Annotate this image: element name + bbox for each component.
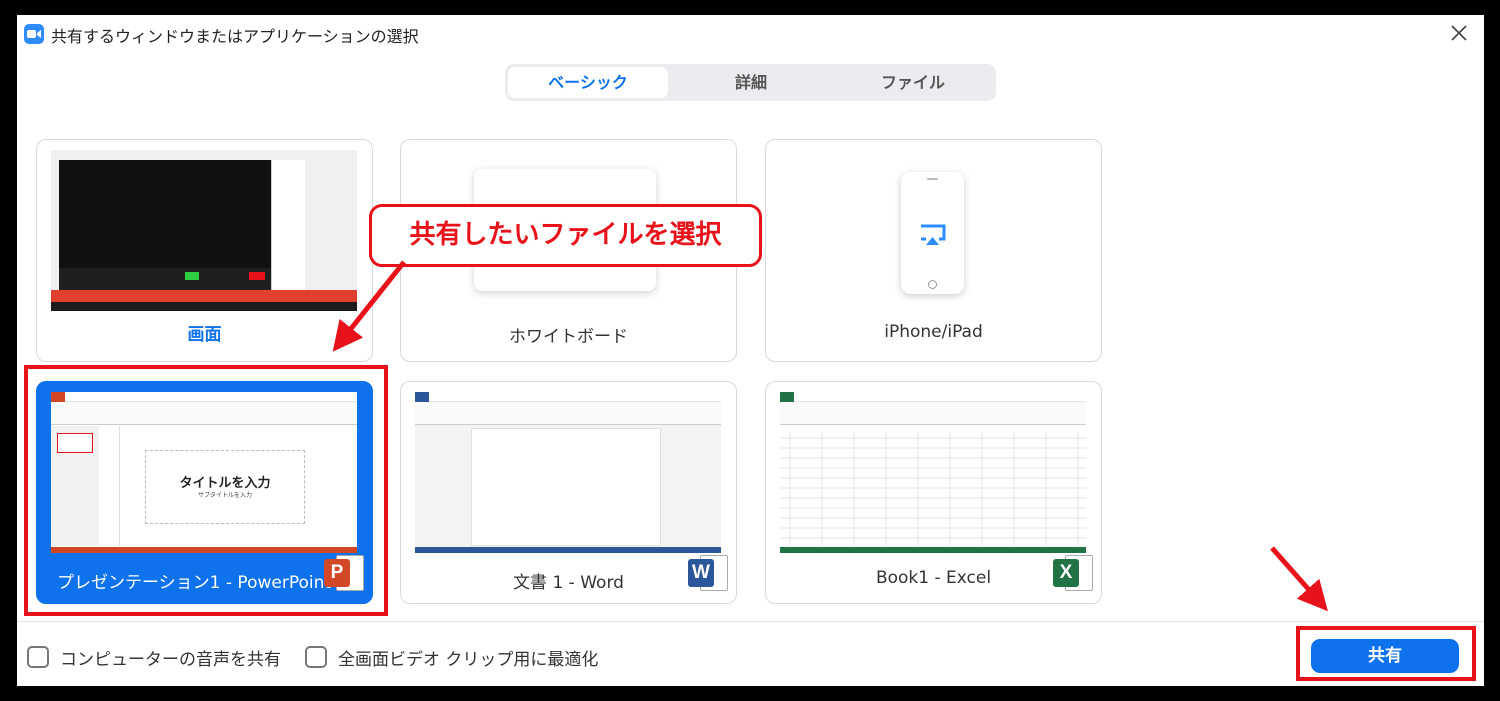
annotation-arrow-to-share	[1270, 546, 1328, 612]
annotation-arrow-to-powerpoint	[332, 260, 406, 352]
annotation-arrows	[332, 260, 1328, 612]
